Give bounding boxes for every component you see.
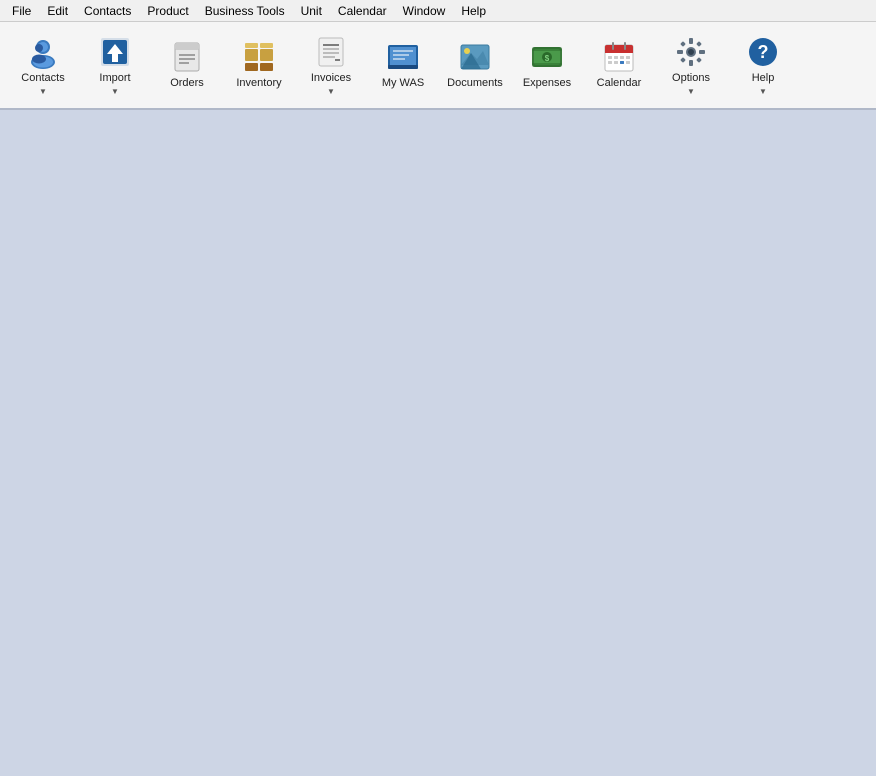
toolbar-help-button[interactable]: ? Help ▼ [728,26,798,104]
menu-bar: File Edit Contacts Product Business Tool… [0,0,876,22]
invoices-chevron: ▼ [327,87,335,96]
expenses-icon: $ [529,39,565,75]
toolbar-my-was-button[interactable]: My WAS [368,26,438,104]
menu-unit[interactable]: Unit [293,2,330,20]
menu-edit[interactable]: Edit [39,2,76,20]
documents-label: Documents [447,77,503,90]
toolbar-options-button[interactable]: Options ▼ [656,26,726,104]
contacts-label: Contacts [21,72,64,85]
toolbar-documents-button[interactable]: Documents [440,26,510,104]
expenses-label: Expenses [523,77,571,90]
my-was-icon [385,39,421,75]
import-chevron: ▼ [111,87,119,96]
menu-calendar[interactable]: Calendar [330,2,395,20]
help-label: Help [752,72,775,85]
options-label: Options [672,72,710,85]
toolbar-import-button[interactable]: Import ▼ [80,26,150,104]
help-chevron: ▼ [759,87,767,96]
calendar-icon [601,39,637,75]
svg-text:?: ? [758,42,769,62]
menu-window[interactable]: Window [395,2,454,20]
calendar-label: Calendar [597,77,642,90]
menu-product[interactable]: Product [139,2,196,20]
inventory-label: Inventory [236,77,281,90]
options-chevron: ▼ [687,87,695,96]
contacts-chevron: ▼ [39,87,47,96]
import-icon [97,34,133,70]
invoices-label: Invoices [311,72,351,85]
menu-file[interactable]: File [4,2,39,20]
main-content [0,110,876,776]
contacts-icon [25,34,61,70]
import-label: Import [99,72,130,85]
inventory-icon [241,39,277,75]
menu-business-tools[interactable]: Business Tools [197,2,293,20]
svg-text:$: $ [545,54,550,63]
toolbar: Contacts ▼ Import ▼ Orders [0,22,876,110]
toolbar-expenses-button[interactable]: $ Expenses [512,26,582,104]
toolbar-calendar-button[interactable]: Calendar [584,26,654,104]
toolbar-invoices-button[interactable]: Invoices ▼ [296,26,366,104]
toolbar-inventory-button[interactable]: Inventory [224,26,294,104]
invoices-icon [313,34,349,70]
toolbar-contacts-button[interactable]: Contacts ▼ [8,26,78,104]
documents-icon [457,39,493,75]
my-was-label: My WAS [382,77,424,90]
menu-help[interactable]: Help [453,2,494,20]
help-icon: ? [745,34,781,70]
orders-icon [169,39,205,75]
orders-label: Orders [170,77,204,90]
options-icon [673,34,709,70]
toolbar-orders-button[interactable]: Orders [152,26,222,104]
menu-contacts[interactable]: Contacts [76,2,139,20]
